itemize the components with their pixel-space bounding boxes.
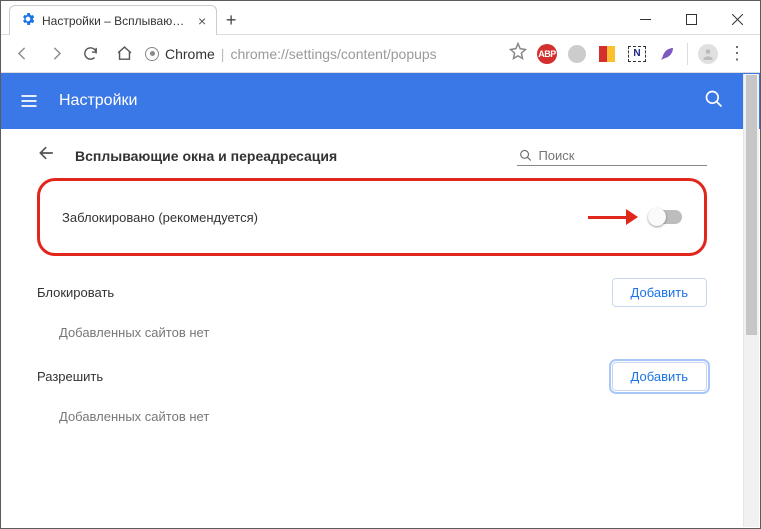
extension-feather-icon[interactable] bbox=[657, 44, 677, 64]
adblock-icon[interactable]: ABP bbox=[537, 44, 557, 64]
allow-section: Разрешить Добавить Добавленных сайтов не… bbox=[37, 362, 707, 424]
nav-back-button[interactable] bbox=[9, 41, 35, 67]
block-empty-message: Добавленных сайтов нет bbox=[59, 325, 707, 340]
settings-header: Настройки bbox=[1, 73, 760, 129]
gear-icon bbox=[20, 11, 36, 30]
nav-forward-button bbox=[43, 41, 69, 67]
extension-grey-icon[interactable] bbox=[567, 44, 587, 64]
address-bar: Chrome | chrome://settings/content/popup… bbox=[1, 35, 760, 73]
maximize-button[interactable] bbox=[668, 4, 714, 34]
toggle-knob bbox=[648, 208, 666, 226]
search-input[interactable] bbox=[538, 148, 705, 163]
browser-tab[interactable]: Настройки – Всплывающие окн × bbox=[9, 5, 217, 35]
hamburger-menu-icon[interactable] bbox=[19, 91, 39, 111]
blocked-toggle-label: Заблокировано (рекомендуется) bbox=[62, 210, 588, 225]
chrome-logo-icon bbox=[145, 47, 159, 61]
search-icon bbox=[519, 148, 532, 163]
extension-colors-icon[interactable] bbox=[597, 44, 617, 64]
scrollbar-thumb[interactable] bbox=[746, 75, 757, 335]
url-path: chrome://settings/content/popups bbox=[230, 46, 436, 62]
extension-n-icon[interactable]: N bbox=[627, 44, 647, 64]
section-header: Всплывающие окна и переадресация bbox=[37, 143, 707, 168]
annotation-arrow bbox=[588, 209, 638, 225]
home-button[interactable] bbox=[111, 41, 137, 67]
blocked-toggle-switch[interactable] bbox=[650, 210, 682, 224]
url-display[interactable]: Chrome | chrome://settings/content/popup… bbox=[145, 46, 501, 62]
menu-kebab-icon[interactable]: ⋮ bbox=[728, 48, 746, 59]
block-add-button[interactable]: Добавить bbox=[612, 278, 707, 307]
tab-title: Настройки – Всплывающие окн bbox=[42, 14, 192, 28]
blocked-toggle-highlight: Заблокировано (рекомендуется) bbox=[37, 178, 707, 256]
section-search[interactable] bbox=[517, 146, 707, 166]
window-controls bbox=[622, 4, 760, 34]
url-host: Chrome bbox=[165, 46, 215, 62]
toolbar-icons: ABP N ⋮ bbox=[509, 42, 752, 65]
block-section-title: Блокировать bbox=[37, 285, 612, 300]
back-arrow-icon[interactable] bbox=[37, 143, 57, 168]
close-tab-icon[interactable]: × bbox=[198, 14, 206, 28]
window-titlebar: Настройки – Всплывающие окн × + bbox=[1, 1, 760, 35]
divider bbox=[687, 43, 688, 65]
bookmark-star-icon[interactable] bbox=[509, 42, 527, 65]
close-window-button[interactable] bbox=[714, 4, 760, 34]
page-title: Настройки bbox=[59, 92, 137, 110]
reload-button[interactable] bbox=[77, 41, 103, 67]
allow-add-button[interactable]: Добавить bbox=[612, 362, 707, 391]
settings-content: Всплывающие окна и переадресация Заблоки… bbox=[1, 129, 743, 528]
minimize-button[interactable] bbox=[622, 4, 668, 34]
page-viewport: Настройки Всплывающие окна и переадресац… bbox=[1, 73, 760, 528]
section-title: Всплывающие окна и переадресация bbox=[75, 148, 499, 164]
vertical-scrollbar[interactable] bbox=[743, 74, 759, 527]
block-section: Блокировать Добавить Добавленных сайтов … bbox=[37, 278, 707, 340]
header-search-icon[interactable] bbox=[704, 89, 724, 114]
new-tab-button[interactable]: + bbox=[217, 6, 245, 34]
allow-section-title: Разрешить bbox=[37, 369, 612, 384]
profile-avatar-icon[interactable] bbox=[698, 44, 718, 64]
allow-empty-message: Добавленных сайтов нет bbox=[59, 409, 707, 424]
